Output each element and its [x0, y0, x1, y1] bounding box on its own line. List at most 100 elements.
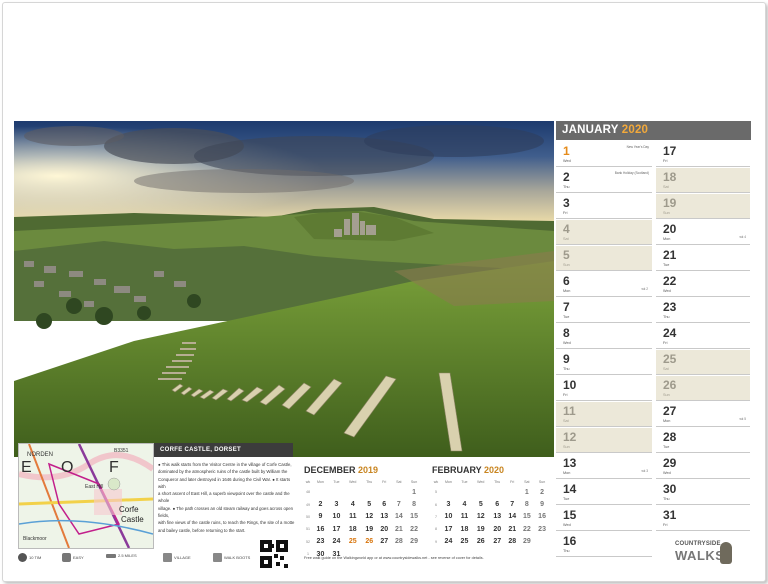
mini-day: 25 — [348, 538, 357, 546]
mini-calendar-header: wk — [433, 480, 439, 484]
walk-stat: 10 TIM — [18, 553, 41, 562]
walk-paragraph: dominated by the atmospheric ruins of th… — [158, 469, 288, 475]
mini-day — [344, 548, 362, 560]
mini-day — [440, 486, 457, 498]
walk-stat: VILLAGE — [163, 553, 191, 562]
mini-day: 5 — [478, 501, 483, 509]
mini-week-number: 9 — [435, 539, 437, 544]
day-number: 9 — [563, 352, 570, 366]
day-cell: 26 Sun — [656, 376, 750, 401]
mini-calendar-title: FEBRUARY 2020 — [432, 465, 505, 475]
day-number: 29 — [663, 456, 677, 470]
day-cell: 28 Tue — [656, 428, 750, 453]
month-name: JANUARY — [562, 124, 619, 136]
day-number: 28 — [663, 430, 677, 444]
map-grid-label: O — [61, 459, 73, 476]
mini-day: 26 — [476, 538, 485, 546]
bird-icon — [720, 542, 732, 564]
day-number: 11 — [563, 404, 576, 418]
day-of-week: Mon — [563, 471, 571, 475]
mini-day: 16 — [316, 525, 325, 533]
length-icon — [106, 553, 116, 558]
mini-day: 10 — [332, 513, 341, 521]
map-label: NORDEN — [27, 452, 53, 458]
mini-day: 4 — [462, 501, 467, 509]
day-cell: 1 Wed New Year's Day — [556, 142, 652, 167]
mini-calendar-header: Fri — [510, 480, 515, 484]
day-of-week: Sat — [563, 237, 569, 241]
mini-day: 24 — [332, 538, 341, 546]
day-number: 13 — [563, 456, 577, 470]
mini-day — [406, 548, 422, 560]
day-of-week: Sun — [563, 263, 570, 267]
mini-day: 17 — [444, 525, 453, 533]
day-number: 27 — [663, 404, 677, 418]
mini-day — [329, 486, 344, 498]
day-of-week: Tue — [563, 315, 570, 319]
mini-day: 13 — [493, 513, 502, 521]
mini-calendar-header: Sun — [538, 480, 546, 484]
day-of-week: Thu — [563, 185, 570, 189]
brand-line2: WALKS — [675, 548, 725, 563]
day-of-week: Fri — [663, 341, 668, 345]
day-cell: 13 Mon wk 3 — [556, 454, 652, 479]
mini-day: 6 — [382, 501, 387, 509]
terrain-icon — [62, 553, 71, 562]
day-cell: 5 Sun — [556, 246, 652, 271]
mini-week-number: 50 — [306, 514, 310, 519]
walk-paragraph: ● This walk starts from the Visitor Cent… — [158, 462, 292, 467]
mini-calendar-header: wk — [305, 480, 311, 484]
day-cell: 21 Tue — [656, 246, 750, 271]
month-header: JANUARY 2020 — [556, 121, 751, 140]
day-of-week: Tue — [663, 263, 670, 267]
walk-stat: EASY — [62, 553, 84, 562]
day-of-week: Wed — [663, 471, 671, 475]
mini-day — [362, 486, 377, 498]
walk-stat: WALK BOOTS — [213, 553, 250, 562]
mini-calendar-header: Fri — [382, 480, 387, 484]
day-of-week: Sat — [563, 419, 569, 423]
mini-day: 2 — [318, 501, 323, 509]
day-of-week: Mon — [563, 289, 571, 293]
day-of-week: Fri — [663, 159, 668, 163]
day-number: 18 — [663, 170, 677, 184]
route-map: NORDEN E O F Corfe Castle East Hill B335… — [18, 443, 154, 549]
mini-day: 16 — [538, 513, 546, 521]
mini-day — [490, 486, 505, 498]
walk-paragraph: a short ascent of East Hill, a superb vi… — [158, 491, 290, 504]
day-of-week: Sat — [663, 185, 669, 189]
mini-week-number: 7 — [435, 514, 437, 519]
mini-day — [312, 486, 329, 498]
mini-day: 26 — [365, 538, 374, 546]
day-cell: 2 Thu Bank Holiday (Scotland) — [556, 168, 652, 193]
day-number: 22 — [663, 274, 677, 288]
day-of-week: Sun — [563, 445, 570, 449]
mini-calendar-header: Mon — [316, 480, 324, 484]
mini-day: 19 — [365, 525, 374, 533]
mini-day: 7 — [396, 501, 401, 509]
week-number: wk 2 — [641, 287, 648, 291]
mini-calendar-header: Thu — [494, 480, 501, 484]
day-of-week: Wed — [663, 289, 671, 293]
day-number: 23 — [663, 300, 677, 314]
holiday-note: New Year's Day — [626, 145, 649, 149]
day-of-week: Thu — [563, 367, 570, 371]
map-grid-label: E — [21, 459, 32, 476]
mini-day — [457, 486, 472, 498]
mini-day: 7 — [510, 501, 515, 509]
mini-week-number: 52 — [306, 539, 310, 544]
mini-day: 8 — [524, 501, 529, 509]
day-cell: 9 Thu — [556, 350, 652, 375]
mini-day — [392, 486, 407, 498]
day-cell: 27 Mon wk 5 — [656, 402, 750, 427]
mini-day: 1 — [412, 488, 417, 496]
distance-icon — [18, 553, 27, 562]
mini-calendar-title: DECEMBER 2019 — [304, 465, 379, 475]
map-place-label: Castle — [121, 515, 144, 524]
week-number: wk 3 — [641, 469, 648, 473]
mini-day: 22 — [410, 525, 418, 533]
day-number: 21 — [663, 248, 677, 262]
mini-day: 15 — [410, 513, 418, 521]
mini-day — [472, 486, 490, 498]
day-of-week: Tue — [563, 497, 570, 501]
